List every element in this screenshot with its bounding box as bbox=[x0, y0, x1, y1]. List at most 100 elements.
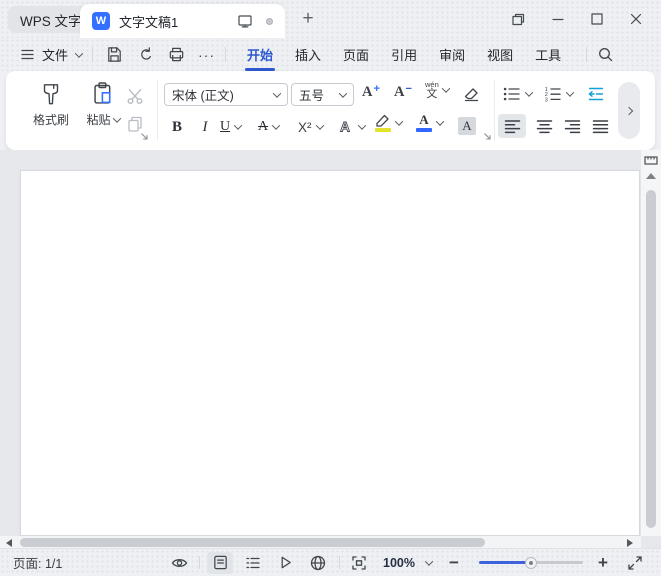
bullets-button[interactable] bbox=[502, 85, 532, 103]
fit-page-icon[interactable] bbox=[350, 549, 368, 576]
chevron-down-icon bbox=[358, 121, 366, 129]
font-color-button[interactable]: A bbox=[416, 113, 443, 132]
zoom-slider-thumb[interactable] bbox=[525, 557, 537, 569]
font-name-select[interactable]: 宋体 (正文) bbox=[164, 83, 288, 106]
chevron-down-icon bbox=[525, 88, 533, 96]
highlighter-icon bbox=[374, 113, 391, 127]
tab-tools[interactable]: 工具 bbox=[529, 38, 567, 71]
numbering-icon: 1 2 3 bbox=[543, 85, 562, 103]
chevron-down-icon bbox=[395, 117, 403, 125]
outline-view-icon[interactable] bbox=[244, 549, 262, 576]
page-view-button[interactable] bbox=[207, 552, 233, 574]
document-page[interactable] bbox=[20, 170, 640, 536]
font-size-select[interactable]: 五号 bbox=[291, 83, 354, 106]
text-effects-button[interactable]: A bbox=[336, 115, 365, 139]
print-icon[interactable] bbox=[167, 45, 186, 64]
align-left-button[interactable] bbox=[498, 114, 526, 138]
pinyin-guide-button[interactable]: wén 文 bbox=[425, 81, 449, 100]
zoom-value[interactable]: 100% bbox=[383, 549, 415, 576]
horizontal-scroll-thumb[interactable] bbox=[20, 538, 485, 547]
italic-button[interactable]: I bbox=[195, 115, 215, 139]
zoom-slider[interactable] bbox=[479, 561, 583, 564]
paste-button[interactable]: 粘贴 bbox=[80, 81, 126, 128]
grow-font-button[interactable]: A + bbox=[362, 84, 380, 101]
underline-button[interactable]: U bbox=[220, 115, 241, 139]
chevron-down-icon[interactable] bbox=[426, 549, 432, 576]
zoom-slider-fill bbox=[479, 561, 531, 564]
tab-view[interactable]: 视图 bbox=[481, 38, 519, 71]
strikethrough-button[interactable]: A bbox=[258, 115, 279, 139]
group-divider bbox=[494, 80, 495, 141]
chevron-down-icon[interactable] bbox=[75, 49, 83, 57]
chevron-down-icon bbox=[339, 89, 347, 97]
wps-writer-icon: W bbox=[92, 12, 110, 30]
bold-button[interactable]: B bbox=[166, 115, 188, 139]
ruler-toggle-icon[interactable] bbox=[644, 154, 658, 167]
vertical-scrollbar[interactable] bbox=[641, 150, 661, 536]
character-shading-button[interactable]: A bbox=[458, 117, 476, 135]
clipboard-dialog-launcher-icon[interactable] bbox=[140, 132, 149, 141]
scroll-up-arrow-icon[interactable] bbox=[646, 173, 656, 179]
page-indicator: 页面: 1/1 bbox=[13, 549, 62, 576]
justify-button[interactable] bbox=[586, 114, 614, 138]
hamburger-icon[interactable] bbox=[20, 47, 35, 62]
tab-page[interactable]: 页面 bbox=[337, 38, 375, 71]
align-center-button[interactable] bbox=[530, 114, 558, 138]
copy-icon[interactable] bbox=[126, 115, 144, 133]
windows-stack-icon[interactable] bbox=[499, 0, 538, 38]
scroll-right-arrow-icon[interactable] bbox=[627, 539, 633, 547]
zoom-out-button[interactable]: − bbox=[449, 549, 459, 576]
titlebar: WPS 文字 W 文字文稿1 + bbox=[0, 0, 661, 38]
align-right-icon bbox=[564, 119, 581, 134]
shrink-font-button[interactable]: A − bbox=[394, 84, 412, 101]
page-view-icon bbox=[212, 554, 229, 571]
highlight-color-button[interactable] bbox=[374, 113, 402, 132]
decrease-indent-icon[interactable] bbox=[586, 85, 606, 103]
bullets-icon bbox=[502, 85, 521, 103]
file-menu[interactable]: 文件 bbox=[42, 45, 68, 64]
scroll-left-arrow-icon[interactable] bbox=[6, 539, 12, 547]
document-tab[interactable]: W 文字文稿1 bbox=[80, 4, 285, 38]
vertical-scroll-thumb[interactable] bbox=[646, 190, 656, 528]
save-icon[interactable] bbox=[105, 45, 124, 64]
tab-review[interactable]: 审阅 bbox=[433, 38, 471, 71]
zoom-in-button[interactable]: + bbox=[598, 549, 608, 576]
tab-title: 文字文稿1 bbox=[119, 12, 237, 31]
more-options-button[interactable]: ··· bbox=[198, 47, 215, 63]
horizontal-scrollbar[interactable] bbox=[0, 536, 641, 548]
undo-icon[interactable] bbox=[136, 45, 155, 64]
web-layout-globe-icon[interactable] bbox=[309, 549, 327, 576]
cut-icon[interactable] bbox=[126, 87, 144, 105]
tab-references[interactable]: 引用 bbox=[385, 38, 423, 71]
document-area bbox=[0, 150, 661, 548]
fullscreen-icon[interactable] bbox=[626, 549, 644, 576]
search-icon[interactable] bbox=[597, 46, 614, 63]
maximize-icon[interactable] bbox=[577, 0, 616, 38]
justify-icon bbox=[592, 119, 609, 134]
tab-home[interactable]: 开始 bbox=[241, 38, 279, 71]
font-dialog-launcher-icon[interactable] bbox=[483, 132, 492, 141]
tab-insert[interactable]: 插入 bbox=[289, 38, 327, 71]
format-painter-button[interactable]: 格式刷 bbox=[22, 81, 80, 128]
ribbon-expand-button[interactable] bbox=[618, 82, 640, 139]
monitor-icon[interactable] bbox=[237, 13, 253, 29]
superscript-button[interactable]: X² bbox=[298, 115, 323, 139]
close-icon[interactable] bbox=[616, 0, 655, 38]
minimize-icon[interactable] bbox=[538, 0, 577, 38]
align-center-icon bbox=[536, 119, 553, 134]
align-right-button[interactable] bbox=[558, 114, 586, 138]
play-slideshow-icon[interactable] bbox=[277, 549, 294, 576]
highlight-color-swatch bbox=[375, 128, 391, 132]
plus-sign: + bbox=[373, 83, 379, 95]
new-tab-button[interactable]: + bbox=[296, 7, 320, 31]
app-menu-label: WPS 文字 bbox=[20, 10, 82, 30]
divider bbox=[586, 47, 587, 62]
chevron-down-icon bbox=[442, 85, 450, 93]
tab-status-dot-icon[interactable] bbox=[266, 18, 273, 25]
text-effects-icon: A bbox=[336, 118, 354, 136]
numbering-button[interactable]: 1 2 3 bbox=[543, 85, 573, 103]
eye-protection-icon[interactable] bbox=[170, 549, 189, 576]
clear-formatting-icon[interactable] bbox=[461, 84, 481, 104]
divider bbox=[92, 47, 93, 62]
chevron-down-icon bbox=[234, 121, 242, 129]
